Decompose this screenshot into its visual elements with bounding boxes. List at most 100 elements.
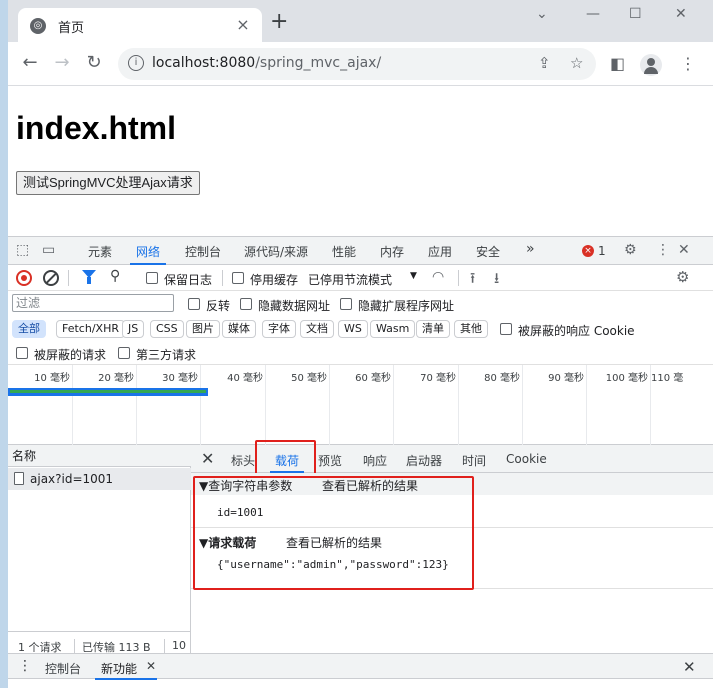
type-filter-js[interactable]: JS [122, 320, 145, 338]
tab-performance[interactable]: 性能 [332, 243, 356, 260]
devtools-drawer: ⋮ 控制台 新功能 ✕ ✕ [8, 653, 713, 688]
blocked-requests-checkbox[interactable] [16, 347, 28, 359]
error-count[interactable]: 1 [598, 244, 606, 258]
test-ajax-button[interactable]: 测试SpringMVC处理Ajax请求 [16, 171, 200, 195]
type-filter-img[interactable]: 图片 [186, 320, 220, 338]
close-window-button[interactable]: ✕ [675, 6, 687, 22]
document-icon [14, 472, 24, 485]
new-tab-button[interactable]: + [270, 11, 288, 33]
detail-tab-initiator[interactable]: 启动器 [406, 452, 442, 469]
detail-tab-headers[interactable]: 标头 [231, 452, 255, 469]
tab-memory[interactable]: 内存 [380, 243, 404, 260]
timeline-gridline [136, 365, 137, 445]
clear-icon[interactable] [43, 270, 59, 286]
timeline-gridline [458, 365, 459, 445]
reload-button[interactable]: ↻ [82, 52, 106, 74]
disable-cache-checkbox[interactable] [232, 272, 244, 284]
timeline-tick-label: 40 毫秒 [227, 373, 263, 384]
error-icon[interactable]: × [582, 245, 594, 257]
invert-checkbox[interactable] [188, 298, 200, 310]
divider [458, 270, 459, 286]
tab-title: 首页 [58, 21, 85, 36]
more-tabs-button[interactable]: » [526, 241, 535, 257]
search-icon[interactable]: ⚲ [110, 268, 120, 284]
address-bar[interactable]: i localhost:8080/spring_mvc_ajax/ ⇪ ☆ [118, 48, 596, 80]
tab-search-chevron-icon[interactable]: ⌄ [536, 6, 548, 22]
import-har-icon[interactable]: ⭱ [470, 268, 475, 293]
filter-input[interactable]: 过滤 [12, 294, 174, 312]
inspect-element-icon[interactable]: ⬚ [16, 242, 29, 258]
request-name[interactable]: ajax?id=1001 [30, 472, 113, 486]
timeline-gridline [265, 365, 266, 445]
blocked-requests-label: 被屏蔽的请求 [34, 348, 107, 362]
globe-icon: ◎ [30, 18, 46, 34]
network-settings-gear-icon[interactable]: ⚙ [676, 268, 689, 286]
tab-security[interactable]: 安全 [476, 243, 500, 260]
drawer-tab-whats-new[interactable]: 新功能 [94, 660, 158, 680]
tab-network[interactable]: 网络 [129, 243, 167, 265]
preserve-log-checkbox[interactable] [146, 272, 158, 284]
timeline-tick-label: 110 毫 [651, 373, 684, 384]
tab-console[interactable]: 控制台 [185, 243, 221, 260]
type-filter-wasm[interactable]: Wasm [370, 320, 416, 338]
browser-window: ◎ 首页 × + ⌄ — ☐ ✕ ← → ↻ i localhost:8080/… [8, 0, 713, 688]
name-column-header[interactable]: 名称 [8, 445, 191, 467]
back-button[interactable]: ← [18, 52, 42, 74]
drawer-tab-console[interactable]: 控制台 [45, 660, 81, 677]
close-devtools-icon[interactable]: ✕ [678, 242, 690, 258]
devtools-menu-icon[interactable]: ⋮ [656, 242, 670, 258]
site-info-icon[interactable]: i [128, 55, 144, 71]
type-filter-media[interactable]: 媒体 [222, 320, 256, 338]
status-more: 10 [172, 639, 186, 652]
detail-tab-response[interactable]: 响应 [363, 452, 387, 469]
network-overview-timeline[interactable]: 10 毫秒 20 毫秒 30 毫秒 40 毫秒 50 毫秒 60 毫秒 70 毫… [8, 365, 713, 445]
hide-extension-urls-checkbox[interactable] [340, 298, 352, 310]
type-filter-all[interactable]: 全部 [12, 320, 46, 338]
tab-close-icon[interactable]: × [234, 16, 252, 34]
timeline-tick-label: 20 毫秒 [98, 373, 134, 384]
tab-elements[interactable]: 元素 [88, 243, 112, 260]
settings-gear-icon[interactable]: ⚙ [624, 242, 637, 258]
close-drawer-icon[interactable]: ✕ [683, 658, 696, 676]
type-filter-font[interactable]: 字体 [262, 320, 296, 338]
close-detail-icon[interactable]: ✕ [201, 449, 214, 468]
forward-button[interactable]: → [50, 52, 74, 74]
type-filter-other[interactable]: 其他 [454, 320, 488, 338]
minimize-button[interactable]: — [586, 6, 600, 22]
menu-dots-icon[interactable]: ⋮ [680, 54, 696, 73]
type-filter-doc[interactable]: 文档 [300, 320, 334, 338]
timeline-tick-label: 100 毫秒 [605, 373, 648, 384]
side-panel-icon[interactable]: ◧ [610, 54, 625, 73]
profile-avatar[interactable] [640, 54, 662, 76]
throttle-select[interactable]: 已停用节流模式 [308, 271, 392, 288]
share-icon[interactable]: ⇪ [538, 54, 551, 72]
title-bar: ◎ 首页 × + ⌄ — ☐ ✕ [8, 0, 713, 42]
tab-sources[interactable]: 源代码/来源 [244, 243, 308, 260]
type-filter-fetch-xhr[interactable]: Fetch/XHR [56, 320, 125, 338]
network-conditions-icon[interactable]: ◠ [432, 269, 444, 285]
hide-data-urls-checkbox[interactable] [240, 298, 252, 310]
device-toolbar-icon[interactable]: ▭ [42, 242, 55, 258]
request-row[interactable]: ajax?id=1001 [8, 468, 191, 490]
type-filter-css[interactable]: CSS [150, 320, 184, 338]
record-icon[interactable] [16, 270, 32, 286]
filter-icon[interactable] [82, 270, 96, 284]
detail-tab-preview[interactable]: 预览 [318, 452, 342, 469]
detail-tab-timing[interactable]: 时间 [462, 452, 486, 469]
third-party-checkbox[interactable] [118, 347, 130, 359]
chevron-down-icon[interactable]: ▼ [410, 271, 417, 281]
tab-application[interactable]: 应用 [428, 243, 452, 260]
drawer-tab-bar: ⋮ 控制台 新功能 ✕ ✕ [8, 653, 713, 680]
drawer-menu-icon[interactable]: ⋮ [18, 658, 32, 674]
close-drawer-tab-icon[interactable]: ✕ [146, 659, 156, 673]
bookmark-star-icon[interactable]: ☆ [570, 54, 583, 72]
type-filter-manifest[interactable]: 清单 [416, 320, 450, 338]
timeline-tick-label: 50 毫秒 [291, 373, 327, 384]
blocked-cookies-checkbox[interactable] [500, 323, 512, 335]
export-har-icon[interactable]: ⭳ [494, 268, 499, 293]
type-filter-ws[interactable]: WS [338, 320, 368, 338]
browser-tab[interactable]: ◎ 首页 × [18, 8, 262, 42]
url-text[interactable]: localhost:8080/spring_mvc_ajax/ [152, 55, 381, 71]
maximize-button[interactable]: ☐ [629, 6, 642, 22]
detail-tab-cookies[interactable]: Cookie [506, 452, 547, 466]
